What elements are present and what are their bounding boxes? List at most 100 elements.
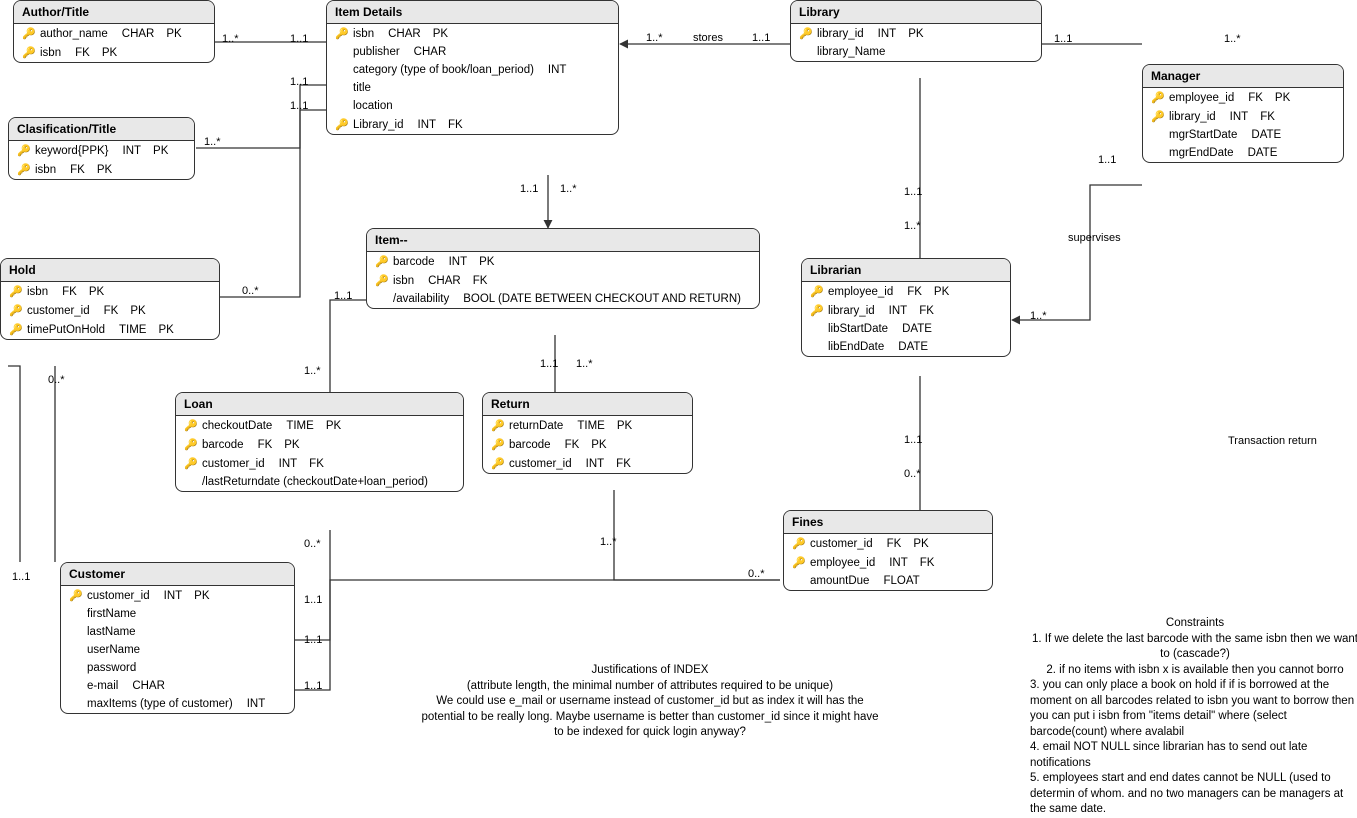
card-item-return-bot: 1..* [576, 358, 593, 370]
attr-name: customer_id [810, 538, 873, 550]
attribute-row: 🔑keyword{PPK}INTPK [9, 141, 194, 160]
attribute-row: 🔑barcodeFKPK [483, 435, 692, 454]
attr-name: library_id [828, 305, 875, 317]
attr-type: FK [565, 439, 580, 451]
entity-title: Item-- [367, 229, 759, 252]
attribute-row: libEndDateDATE [802, 338, 1010, 356]
attr-keys: PK [934, 286, 949, 298]
attribute-row: amountDueFLOAT [784, 572, 992, 590]
attr-type: INT [449, 256, 468, 268]
foreign-key-icon: 🔑 [810, 304, 822, 317]
card-details-item-bot: 1..* [560, 183, 577, 195]
entity-title: Loan [176, 393, 463, 416]
primary-key-icon: 🔑 [810, 285, 822, 298]
attr-keys: FK [919, 305, 934, 317]
attribute-row: title [327, 79, 618, 97]
attr-name: returnDate [509, 420, 563, 432]
attr-name: customer_id [27, 305, 90, 317]
attr-name: employee_id [810, 557, 875, 569]
attribute-row: publisherCHAR [327, 43, 618, 61]
primary-key-icon: 🔑 [184, 438, 196, 451]
attr-name: e-mail [87, 680, 118, 692]
entity-customer: Customer 🔑customer_idINTPKfirstNamelastN… [60, 562, 295, 714]
attr-keys: FK [309, 458, 324, 470]
attr-type: INT [247, 698, 266, 710]
foreign-key-icon: 🔑 [375, 274, 387, 287]
attr-type: DATE [898, 341, 928, 353]
primary-key-icon: 🔑 [792, 537, 804, 550]
attribute-row: 🔑isbnFKPK [1, 282, 219, 301]
attribute-row: 🔑library_idINTPK [791, 24, 1041, 43]
entity-title: Fines [784, 511, 992, 534]
entity-body: 🔑returnDateTIMEPK🔑barcodeFKPK🔑customer_i… [483, 416, 692, 473]
attr-keys: PK [130, 305, 145, 317]
attr-type: DATE [1248, 147, 1278, 159]
label-transaction-return: Transaction return [1228, 435, 1317, 447]
attr-name: customer_id [202, 458, 265, 470]
entity-body: 🔑barcodeINTPK🔑isbnCHARFK/availabilityBOO… [367, 252, 759, 308]
card-loan-cust-top: 0..* [304, 538, 321, 550]
attr-name: isbn [40, 47, 61, 59]
attr-type: CHAR [132, 680, 165, 692]
entity-body: 🔑checkoutDateTIMEPK🔑barcodeFKPK🔑customer… [176, 416, 463, 491]
card-lib-librn-top: 1..1 [904, 186, 922, 198]
entity-title: Manager [1143, 65, 1343, 88]
primary-key-icon: 🔑 [375, 255, 387, 268]
attr-name: /lastReturndate (checkoutDate+loan_perio… [202, 476, 428, 488]
attr-name: mgrStartDate [1169, 129, 1237, 141]
primary-key-icon: 🔑 [491, 419, 503, 432]
attribute-row: /lastReturndate (checkoutDate+loan_perio… [176, 473, 463, 491]
card-stores-left: 1..* [646, 32, 663, 44]
attr-name: customer_id [509, 458, 572, 470]
attr-type: TIME [577, 420, 604, 432]
attr-type: FK [258, 439, 273, 451]
entity-hold: Hold 🔑isbnFKPK🔑customer_idFKPK🔑timePutOn… [0, 258, 220, 340]
attr-type: BOOL (DATE BETWEEN CHECKOUT AND RETURN) [463, 293, 741, 305]
attr-name: isbn [27, 286, 48, 298]
attr-keys: FK [1260, 111, 1275, 123]
entity-title: Library [791, 1, 1041, 24]
attr-type: FK [907, 286, 922, 298]
primary-key-icon: 🔑 [17, 144, 29, 157]
attr-type: INT [123, 145, 142, 157]
card-lib-mgr-left: 1..1 [1054, 33, 1072, 45]
foreign-key-icon: 🔑 [491, 457, 503, 470]
attr-keys: PK [326, 420, 341, 432]
attr-keys: PK [97, 164, 112, 176]
entity-title: Hold [1, 259, 219, 282]
attr-keys: PK [102, 47, 117, 59]
attr-name: category (type of book/loan_period) [353, 64, 534, 76]
attribute-row: category (type of book/loan_period)INT [327, 61, 618, 79]
primary-key-icon: 🔑 [69, 589, 81, 602]
attr-keys: PK [194, 590, 209, 602]
notes-index-title: Justifications of INDEX [420, 663, 880, 679]
attr-type: INT [1230, 111, 1249, 123]
entity-body: 🔑library_idINTPK library_Name [791, 24, 1041, 61]
entity-librarian: Librarian 🔑employee_idFKPK🔑library_idINT… [801, 258, 1011, 357]
attr-name: /availability [393, 293, 449, 305]
primary-key-icon: 🔑 [491, 438, 503, 451]
attr-name: location [353, 100, 393, 112]
attr-type: DATE [902, 323, 932, 335]
attr-type: DATE [1251, 129, 1281, 141]
entity-body: 🔑customer_idFKPK🔑employee_idINTFKamountD… [784, 534, 992, 590]
attribute-row: 🔑timePutOnHoldTIMEPK [1, 320, 219, 339]
attr-name: library_Name [817, 46, 885, 58]
foreign-key-icon: 🔑 [1151, 110, 1163, 123]
attribute-row: location [327, 97, 618, 115]
card-loan-cust-bot: 1..1 [304, 594, 322, 606]
entity-body: 🔑employee_idFKPK🔑library_idINTFKlibStart… [802, 282, 1010, 356]
attr-name: author_name [40, 28, 108, 40]
card-fines-left: 0..* [748, 568, 765, 580]
attr-type: FK [1248, 92, 1263, 104]
entity-body: 🔑isbnCHARPKpublisherCHARcategory (type o… [327, 24, 618, 134]
attribute-row: libStartDateDATE [802, 320, 1010, 338]
attribute-row: 🔑author_nameCHARPK [14, 24, 214, 43]
attribute-row: firstName [61, 605, 294, 623]
attribute-row: mgrStartDate DATE [1143, 126, 1343, 144]
entity-return: Return 🔑returnDateTIMEPK🔑barcodeFKPK🔑cus… [482, 392, 693, 474]
primary-key-icon: 🔑 [1151, 91, 1163, 104]
attr-type: INT [889, 557, 908, 569]
attr-type: INT [418, 119, 437, 131]
attr-type: FK [887, 538, 902, 550]
